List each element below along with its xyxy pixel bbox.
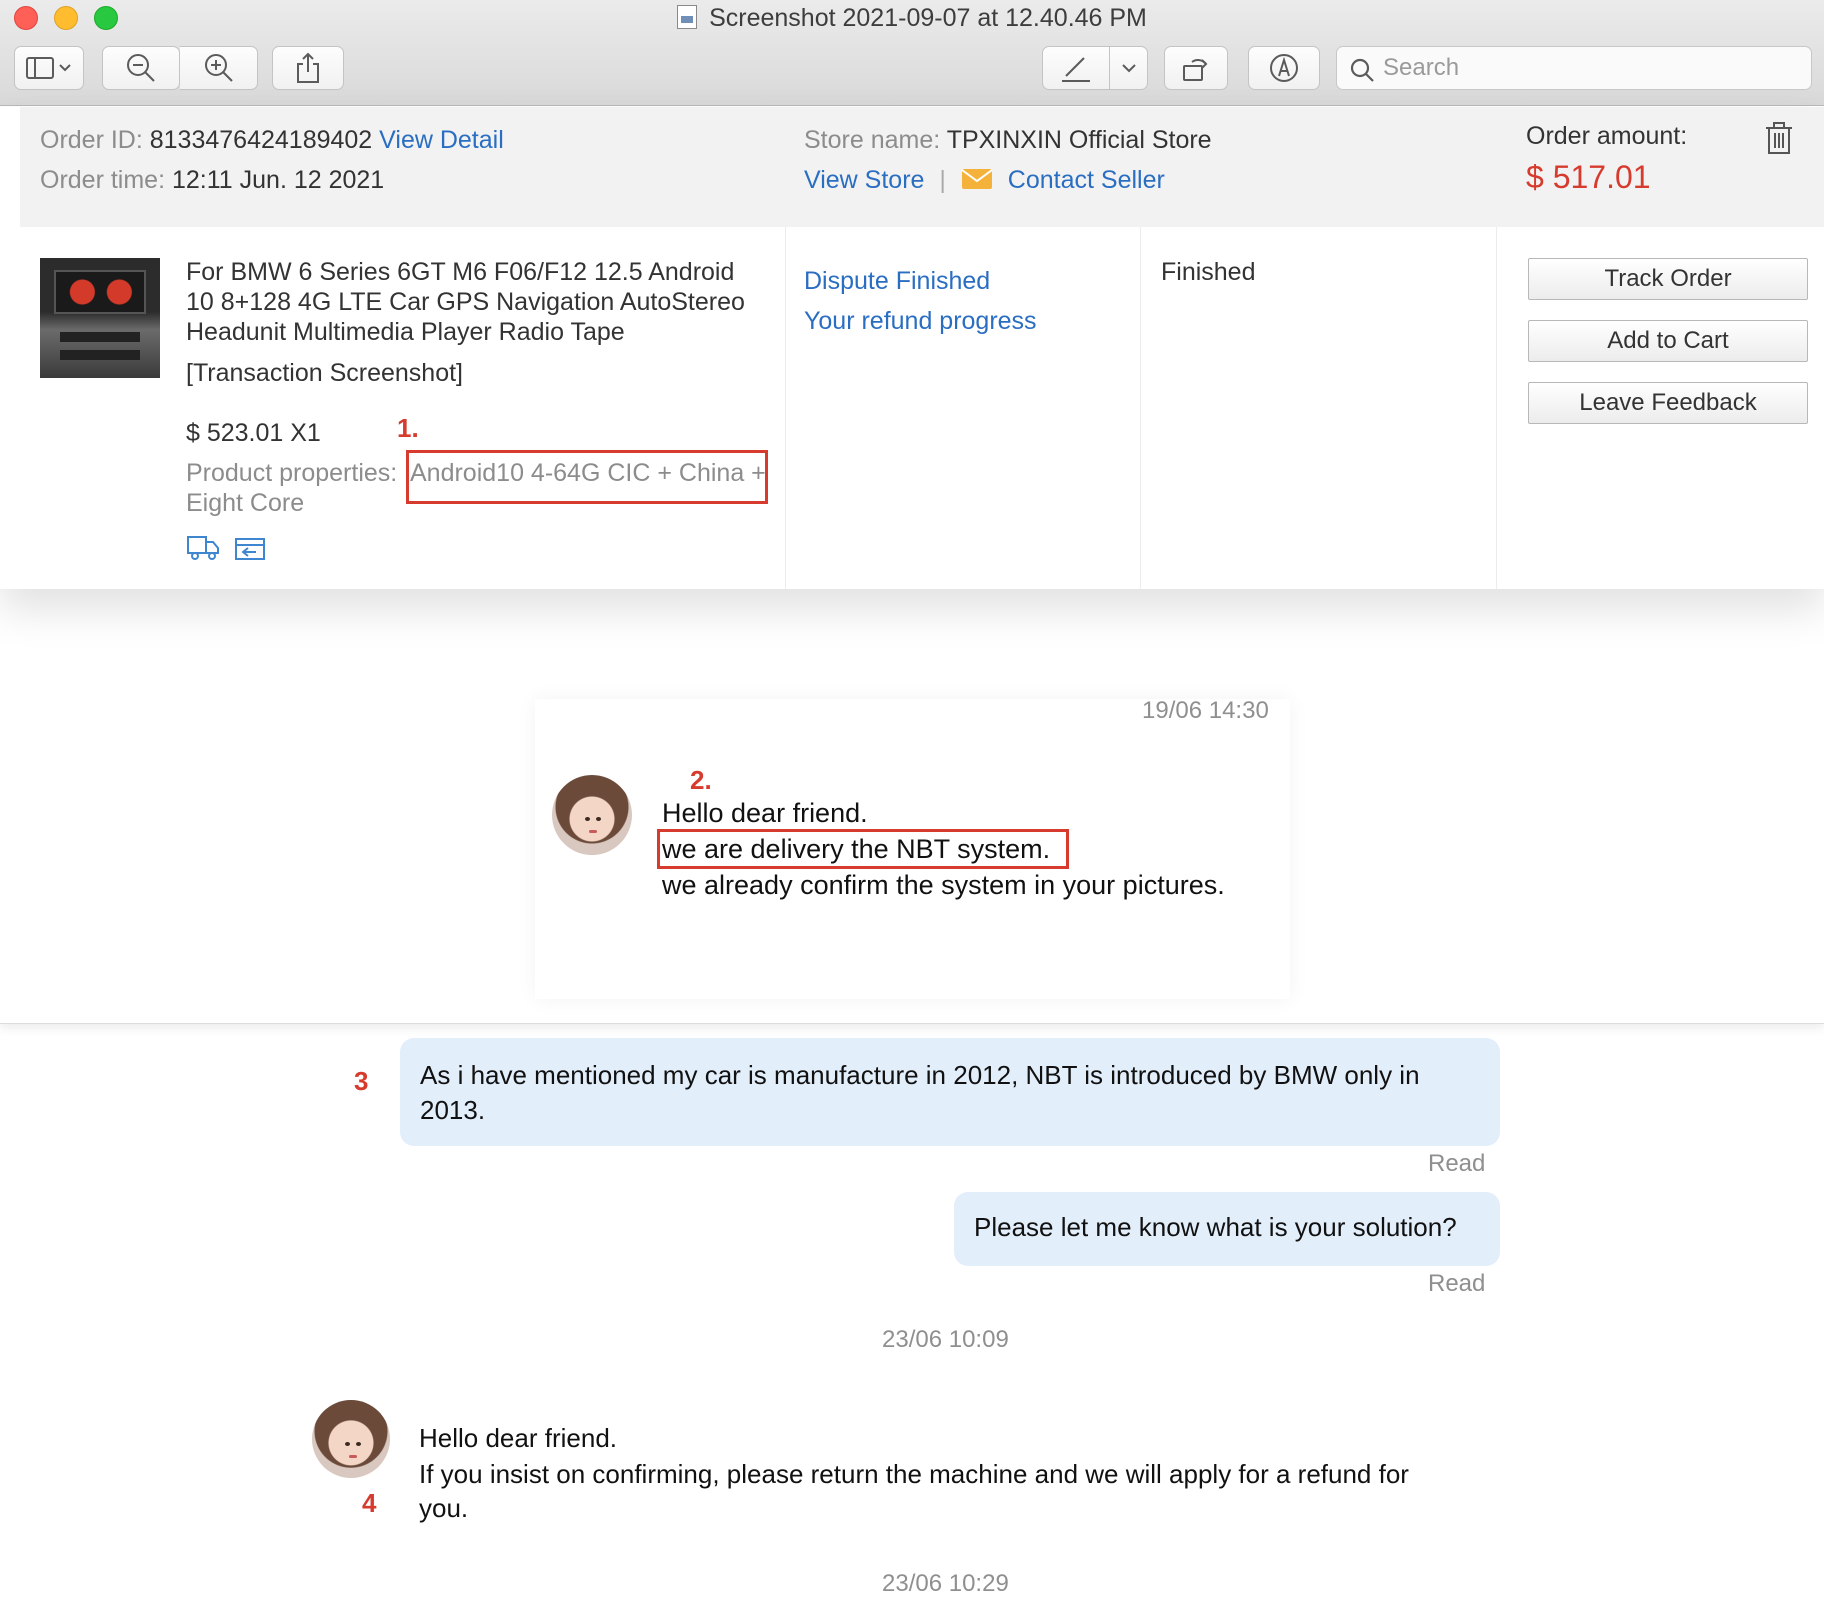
view-detail-link[interactable]: View Detail [379, 126, 504, 154]
zoom-in-icon [204, 54, 233, 82]
product-properties-label: Product properties: [186, 459, 398, 487]
seller-message-line: we already confirm the system in your pi… [662, 870, 1225, 900]
seller-message-line: you. [419, 1493, 469, 1523]
buyer-message-line: 2013. [420, 1095, 486, 1125]
share-icon [297, 52, 319, 83]
view-store-link[interactable]: View Store [804, 166, 924, 194]
chevron-down-icon [1121, 64, 1136, 73]
store-name-row: Store name: TPXINXIN Official Store [804, 126, 1212, 154]
contact-seller-link[interactable]: Contact Seller [1008, 166, 1165, 194]
order-panel: Order ID: 8133476424189402 View Detail O… [0, 107, 1824, 589]
chat-timestamp: 19/06 14:30 [1142, 697, 1269, 724]
chat-snippet-top: 19/06 14:30 2. Hello dear friend. we are… [0, 589, 1824, 1024]
refund-progress-link[interactable]: Your refund progress [804, 307, 1037, 336]
highlight-box-1 [406, 450, 768, 504]
markup-pen-icon [1062, 57, 1090, 82]
product-properties-value-cont: Eight Core [186, 489, 305, 517]
seller-message-line: Hello dear friend. [419, 1423, 617, 1453]
chat-timestamp: 23/06 10:09 [882, 1326, 1009, 1353]
order-id: 8133476424189402 [149, 126, 373, 154]
buyer-message-bubble: Please let me know what is your solution… [954, 1192, 1500, 1266]
sidebar-icon [26, 57, 71, 79]
track-order-button[interactable]: Track Order [1528, 258, 1808, 300]
markup-pen-button[interactable] [1042, 46, 1110, 90]
trash-icon[interactable] [1764, 121, 1794, 155]
shipping-truck-icon[interactable] [186, 533, 220, 566]
rotate-button[interactable] [1164, 46, 1228, 90]
store-name: TPXINXIN Official Store [946, 126, 1212, 154]
search-field[interactable] [1336, 46, 1812, 90]
store-links-row: View Store | Contact Seller [804, 166, 1165, 194]
search-icon [1350, 58, 1374, 82]
buyer-message-bubble: As i have mentioned my car is manufactur… [400, 1038, 1500, 1146]
document-icon [677, 5, 698, 29]
read-receipt: Read [1428, 1150, 1486, 1177]
order-amount-label: Order amount: [1526, 122, 1688, 150]
seller-message-line: Hello dear friend. [662, 798, 868, 828]
annotate-icon [1270, 54, 1298, 82]
buyer-message-line: Please let me know what is your solution… [974, 1212, 1457, 1242]
markup-options-button[interactable] [1110, 46, 1148, 90]
order-status: Finished [1161, 258, 1256, 286]
sidebar-button[interactable] [14, 46, 84, 90]
annotation-2: 2. [690, 765, 712, 795]
add-to-cart-button[interactable]: Add to Cart [1528, 320, 1808, 362]
share-button[interactable] [272, 46, 344, 90]
order-time-row: Order time: 12:11 Jun. 12 2021 [40, 166, 385, 194]
zoom-out-button[interactable] [102, 46, 180, 90]
transaction-snapshot-link[interactable]: [Transaction Screenshot] [186, 359, 463, 388]
annotation-3: 3 [354, 1066, 369, 1096]
leave-feedback-button[interactable]: Leave Feedback [1528, 382, 1808, 424]
order-amount: $ 517.01 [1526, 159, 1651, 195]
return-box-icon[interactable] [234, 533, 266, 566]
seller-avatar[interactable] [552, 775, 632, 855]
annotate-button[interactable] [1248, 46, 1320, 90]
rotate-icon [1183, 59, 1208, 81]
envelope-icon [961, 169, 993, 189]
order-time: 12:11 Jun. 12 2021 [171, 166, 385, 194]
search-input[interactable] [1383, 53, 1783, 83]
seller-avatar[interactable] [312, 1400, 390, 1478]
price-quantity: $ 523.01 X1 [186, 419, 321, 447]
annotation-4: 4 [362, 1488, 377, 1518]
zoom-in-button[interactable] [180, 46, 258, 90]
buyer-message-line: As i have mentioned my car is manufactur… [420, 1060, 1420, 1090]
window-title: Screenshot 2021-09-07 at 12.40.46 PM [0, 4, 1824, 33]
seller-message-line: If you insist on confirming, please retu… [419, 1459, 1409, 1489]
annotation-1: 1. [397, 413, 419, 443]
highlight-box-2 [657, 829, 1069, 869]
product-thumbnail[interactable] [40, 258, 160, 378]
order-id-row: Order ID: 8133476424189402 View Detail [40, 126, 504, 154]
preview-window: Screenshot 2021-09-07 at 12.40.46 PM Sea… [0, 0, 1824, 1622]
zoom-out-icon [127, 54, 155, 82]
chat-timestamp: 23/06 10:29 [882, 1570, 1009, 1597]
dispute-finished-link[interactable]: Dispute Finished [804, 267, 990, 296]
product-title[interactable]: For BMW 6 Series 6GT M6 F06/F12 12.5 And… [186, 257, 766, 347]
read-receipt: Read [1428, 1270, 1486, 1297]
title-bar: Screenshot 2021-09-07 at 12.40.46 PM [0, 0, 1824, 106]
